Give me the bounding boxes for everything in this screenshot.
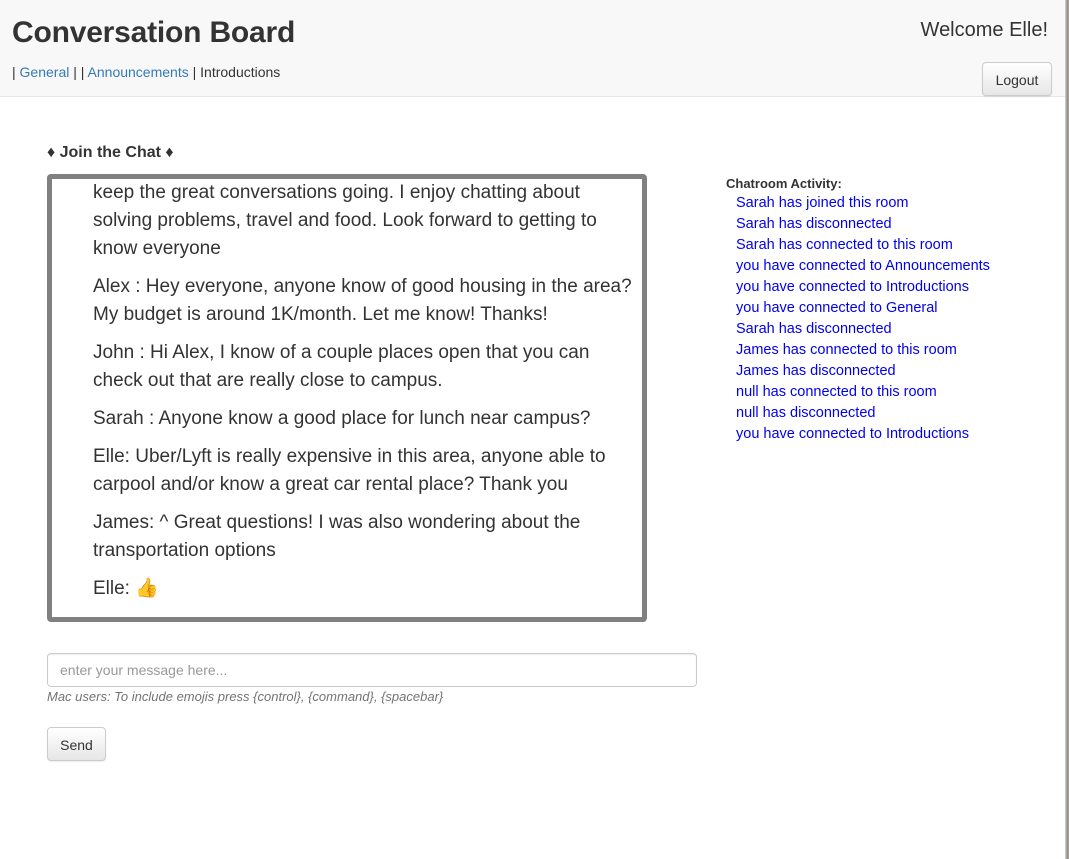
activity-item: Sarah has connected to this room <box>736 237 953 253</box>
top-navbar: Conversation Board | General | | Announc… <box>0 0 1065 97</box>
activity-item: James has disconnected <box>736 363 896 379</box>
activity-item: Sarah has disconnected <box>736 321 892 337</box>
room-nav: | General | | Announcements | Introducti… <box>12 64 280 80</box>
chat-message-panel[interactable]: keep the great conversations going. I en… <box>47 174 647 622</box>
activity-item: you have connected to Introductions <box>736 426 969 442</box>
chat-message: John : Hi Alex, I know of a couple place… <box>93 342 590 391</box>
chat-message: keep the great conversations going. I en… <box>93 182 597 259</box>
chat-message-list: keep the great conversations going. I en… <box>93 179 636 603</box>
room-current-introductions: Introductions <box>200 64 281 80</box>
activity-list: Sarah has joined this room Sarah has dis… <box>726 193 1046 445</box>
chat-message: Elle: 👍 <box>93 575 636 603</box>
nav-separator: | <box>192 64 197 80</box>
chat-message: Sarah : Anyone know a good place for lun… <box>93 408 591 429</box>
activity-item: you have connected to Introductions <box>736 279 969 295</box>
activity-item: null has connected to this room <box>736 384 937 400</box>
chatroom-activity-panel: Chatroom Activity: Sarah has joined this… <box>726 175 1046 445</box>
message-input[interactable] <box>47 653 697 687</box>
chat-message: Alex : Hey everyone, anyone know of good… <box>93 276 632 325</box>
emoji-hint: Mac users: To include emojis press {cont… <box>47 689 444 704</box>
activity-title: Chatroom Activity: <box>726 176 842 191</box>
room-link-announcements[interactable]: Announcements <box>88 64 189 80</box>
activity-item: null has disconnected <box>736 405 876 421</box>
activity-item: Sarah has disconnected <box>736 216 892 232</box>
nav-separator: | | <box>73 64 85 80</box>
welcome-message: Welcome Elle! <box>920 19 1048 41</box>
chat-message: James: ^ Great questions! I was also won… <box>93 512 581 561</box>
chat-message: Elle: Uber/Lyft is really expensive in t… <box>93 446 606 495</box>
thumbs-up-icon: 👍 <box>135 578 159 599</box>
send-button[interactable]: Send <box>47 727 106 761</box>
activity-item: Sarah has joined this room <box>736 195 909 211</box>
chat-message-text: Elle: <box>93 578 136 599</box>
activity-item: you have connected to General <box>736 300 938 316</box>
activity-item: you have connected to Announcements <box>736 258 990 274</box>
window-edge <box>1065 0 1069 859</box>
join-chat-heading: ♦ Join the Chat ♦ <box>47 144 174 161</box>
room-link-general[interactable]: General <box>20 64 70 80</box>
nav-separator: | <box>12 64 16 80</box>
logout-button[interactable]: Logout <box>982 62 1052 96</box>
activity-item: James has connected to this room <box>736 342 957 358</box>
app-title: Conversation Board <box>12 16 296 49</box>
